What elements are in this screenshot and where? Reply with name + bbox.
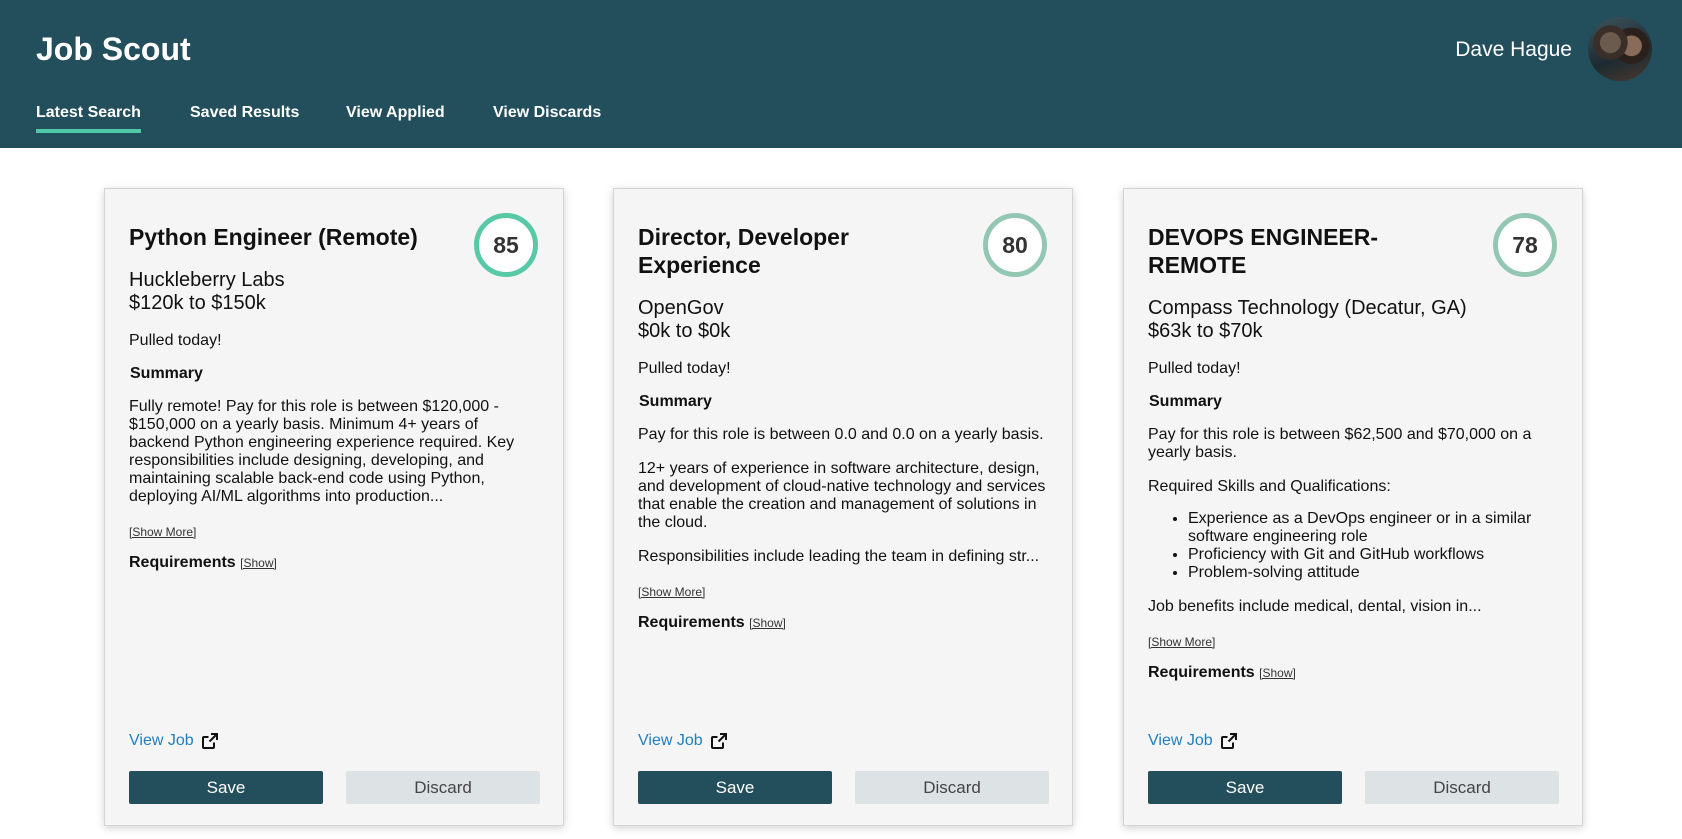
tab-latest-search[interactable]: Latest Search — [36, 104, 141, 133]
summary-heading: Summary — [639, 393, 712, 410]
job-card: 85 Python Engineer (Remote) Huckleberry … — [104, 188, 564, 826]
external-link-icon — [201, 733, 218, 749]
view-job-link[interactable]: View Job — [129, 732, 218, 750]
requirements-label: Requirements — [1148, 664, 1255, 681]
view-job-label: View Job — [129, 732, 194, 749]
summary-paragraph: Pay for this role is between 0.0 and 0.0… — [638, 426, 1044, 443]
summary-heading: Summary — [1149, 393, 1222, 410]
show-more-link[interactable]: [Show More] — [129, 525, 196, 539]
requirements-show-link[interactable]: [Show] — [749, 616, 786, 630]
list-item: Proficiency with Git and GitHub workflow… — [1188, 546, 1558, 564]
requirements-row: Requirements [Show] — [638, 614, 1048, 632]
requirements-row: Requirements [Show] — [1148, 664, 1558, 682]
job-title: Python Engineer (Remote) — [129, 224, 418, 250]
company-name: Huckleberry Labs — [129, 269, 285, 291]
view-job-label: View Job — [1148, 732, 1213, 749]
job-title: DEVOPS ENGINEER- REMOTE — [1148, 224, 1379, 278]
discard-button[interactable]: Discard — [1365, 771, 1559, 804]
requirements-label: Requirements — [638, 614, 745, 631]
summary-paragraph: Fully remote! Pay for this role is betwe… — [129, 398, 515, 505]
job-title: Director, Developer Experience — [638, 224, 849, 278]
discard-button[interactable]: Discard — [855, 771, 1049, 804]
pulled-date: Pulled today! — [129, 332, 222, 349]
save-button[interactable]: Save — [129, 771, 323, 804]
qualifications-list: Experience as a DevOps engineer or in a … — [1148, 510, 1558, 582]
view-job-link[interactable]: View Job — [638, 732, 727, 750]
salary-range: $120k to $150k — [129, 292, 266, 314]
tab-view-applied[interactable]: View Applied — [346, 104, 445, 129]
tab-saved-results[interactable]: Saved Results — [190, 104, 299, 129]
summary-paragraph: 12+ years of experience in software arch… — [638, 460, 1046, 531]
external-link-icon — [1220, 733, 1237, 749]
tab-view-discards[interactable]: View Discards — [493, 104, 601, 129]
user-avatar[interactable] — [1588, 17, 1652, 81]
external-link-icon — [710, 733, 727, 749]
pulled-date: Pulled today! — [1148, 360, 1241, 377]
requirements-show-link[interactable]: [Show] — [240, 556, 277, 570]
save-button[interactable]: Save — [638, 771, 832, 804]
requirements-row: Requirements [Show] — [129, 554, 539, 572]
summary-paragraph: Responsibilities include leading the tea… — [638, 548, 1040, 565]
job-card: 78 DEVOPS ENGINEER- REMOTE Compass Techn… — [1123, 188, 1583, 826]
requirements-label: Requirements — [129, 554, 236, 571]
requirements-show-link[interactable]: [Show] — [1259, 666, 1296, 680]
company-name: OpenGov — [638, 297, 724, 319]
list-item: Problem-solving attitude — [1188, 564, 1558, 582]
summary-heading: Summary — [130, 365, 203, 382]
salary-range: $0k to $0k — [638, 320, 731, 342]
pulled-date: Pulled today! — [638, 360, 731, 377]
salary-range: $63k to $70k — [1148, 320, 1263, 342]
job-card: 80 Director, Developer Experience OpenGo… — [613, 188, 1073, 826]
summary-paragraph: Job benefits include medical, dental, vi… — [1148, 598, 1482, 615]
show-more-link[interactable]: [Show More] — [1148, 635, 1215, 649]
summary-paragraph: Pay for this role is between $62,500 and… — [1148, 426, 1532, 461]
view-job-label: View Job — [638, 732, 703, 749]
discard-button[interactable]: Discard — [346, 771, 540, 804]
app-title: Job Scout — [36, 31, 191, 67]
summary-paragraph: Required Skills and Qualifications: — [1148, 478, 1391, 495]
show-more-link[interactable]: [Show More] — [638, 585, 705, 599]
view-job-link[interactable]: View Job — [1148, 732, 1237, 750]
list-item: Experience as a DevOps engineer or in a … — [1188, 510, 1558, 546]
save-button[interactable]: Save — [1148, 771, 1342, 804]
company-name: Compass Technology (Decatur, GA) — [1148, 297, 1467, 319]
user-name[interactable]: Dave Hague — [1455, 38, 1572, 62]
app-header: Job Scout Dave Hague Latest Search Saved… — [0, 0, 1682, 148]
